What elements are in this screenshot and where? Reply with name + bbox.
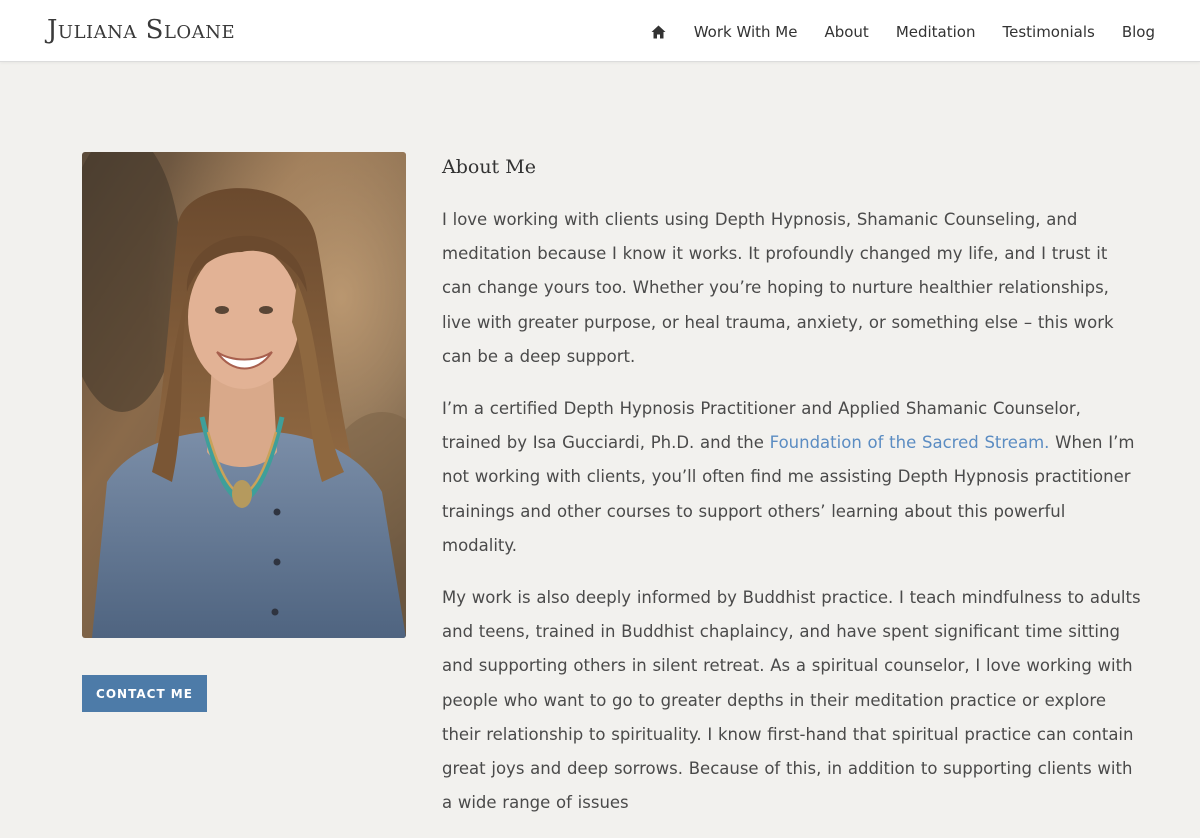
- nav-about[interactable]: About: [824, 20, 868, 44]
- portrait-photo: [82, 152, 406, 638]
- portrait-illustration: [82, 152, 406, 638]
- nav-blog[interactable]: Blog: [1122, 20, 1155, 44]
- sacred-stream-link[interactable]: Foundation of the Sacred Stream.: [770, 433, 1050, 452]
- about-paragraph-1: I love working with clients using Depth …: [442, 210, 1114, 366]
- nav-meditation[interactable]: Meditation: [896, 20, 976, 44]
- site-logo[interactable]: Juliana Sloane: [47, 14, 235, 46]
- home-icon[interactable]: [651, 24, 667, 40]
- about-paragraph-3: My work is also deeply informed by Buddh…: [442, 588, 1141, 813]
- about-content: About Me I love working with clients usi…: [442, 150, 1142, 838]
- home-icon-glyph: [651, 25, 666, 39]
- contact-me-button[interactable]: CONTACT ME: [82, 675, 207, 712]
- about-paragraph-2: I’m a certified Depth Hypnosis Practitio…: [442, 392, 1142, 563]
- nav-work-with-me[interactable]: Work With Me: [694, 20, 798, 44]
- nav-testimonials[interactable]: Testimonials: [1002, 20, 1094, 44]
- site-header: Juliana Sloane Work With Me About Medita…: [0, 0, 1200, 62]
- main-nav: Work With Me About Meditation Testimonia…: [651, 20, 1155, 44]
- about-heading: About Me: [442, 156, 536, 178]
